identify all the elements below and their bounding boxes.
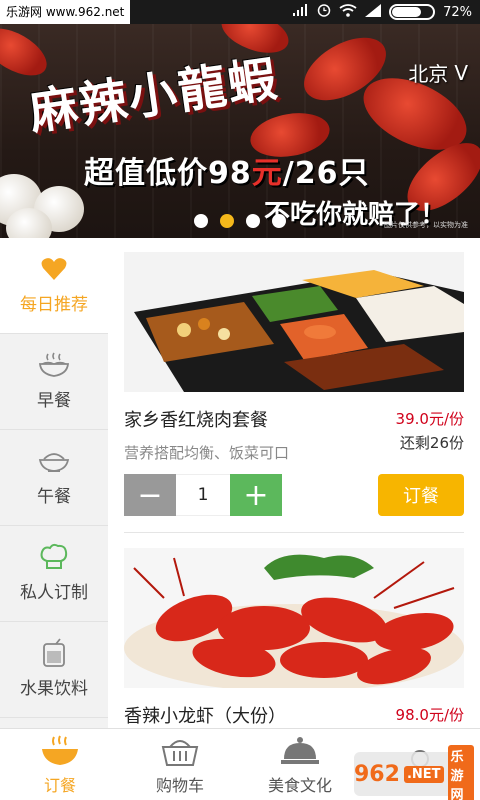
category-private-custom[interactable]: 私人订制 bbox=[0, 526, 108, 622]
battery-icon bbox=[389, 4, 436, 20]
chef-hat-icon bbox=[37, 543, 71, 570]
site-label: 乐游网 www.962.net bbox=[0, 0, 131, 24]
watermark-logo: 962 .NET 乐游网 bbox=[354, 744, 474, 800]
product-price: 98.0元/份 bbox=[395, 706, 464, 724]
category-fruit-drinks[interactable]: 水果饮料 bbox=[0, 622, 108, 718]
battery-text: 72% bbox=[443, 4, 472, 20]
carousel-dot[interactable] bbox=[272, 214, 286, 228]
category-daily-recommend[interactable]: 每日推荐 bbox=[0, 238, 108, 334]
promo-banner[interactable]: 麻辣小龍蝦 超值低价98元/26只 不吃你就赔了！ 图片仅供参考，以实物为准 北… bbox=[0, 24, 480, 238]
basket-icon bbox=[160, 734, 200, 768]
product-description: 营养搭配均衡、饭菜可口 bbox=[124, 444, 290, 462]
bowl-icon bbox=[40, 734, 80, 768]
status-bar: 乐游网 www.962.net 72% bbox=[0, 0, 480, 24]
category-breakfast[interactable]: 早餐 bbox=[0, 334, 108, 430]
product-card: 香辣小龙虾（大份） 98.0元/份 bbox=[124, 548, 464, 728]
tab-cart[interactable]: 购物车 bbox=[120, 729, 240, 800]
cloche-icon bbox=[280, 734, 320, 768]
carousel-indicator bbox=[194, 214, 286, 228]
category-sidebar: 每日推荐 早餐 午餐 私人订制 水果饮料 bbox=[0, 238, 108, 728]
quantity-stepper: − 1 + bbox=[124, 474, 282, 516]
rice-bowl-icon bbox=[37, 448, 71, 474]
product-price: 39.0元/份 bbox=[395, 410, 464, 428]
product-card: 家乡香红烧肉套餐 39.0元/份 还剩26份 营养搭配均衡、饭菜可口 − 1 +… bbox=[124, 252, 464, 542]
alarm-icon bbox=[317, 3, 331, 21]
product-list: 家乡香红烧肉套餐 39.0元/份 还剩26份 营养搭配均衡、饭菜可口 − 1 +… bbox=[108, 238, 480, 728]
product-stock: 还剩26份 bbox=[399, 434, 464, 452]
cell-signal-icon bbox=[365, 3, 382, 21]
carousel-dot-active[interactable] bbox=[220, 214, 234, 228]
decrease-quantity-button[interactable]: − bbox=[124, 474, 176, 516]
tab-order[interactable]: 订餐 bbox=[0, 729, 120, 800]
increase-quantity-button[interactable]: + bbox=[230, 474, 282, 516]
city-label: 北京 bbox=[408, 62, 449, 86]
juice-cup-icon bbox=[37, 638, 71, 667]
city-selector[interactable]: 北京 V bbox=[408, 58, 468, 87]
order-button[interactable]: 订餐 bbox=[378, 474, 464, 516]
product-name: 家乡香红烧肉套餐 bbox=[124, 410, 268, 431]
heart-icon bbox=[37, 256, 71, 282]
bento-box-image[interactable] bbox=[124, 252, 464, 392]
wifi-icon bbox=[339, 3, 357, 21]
banner-price: 超值低价98元/26只 bbox=[84, 156, 370, 191]
quantity-value[interactable]: 1 bbox=[176, 474, 230, 516]
divider bbox=[124, 532, 464, 533]
tab-food-culture[interactable]: 美食文化 bbox=[240, 729, 360, 800]
signal-icon bbox=[293, 4, 309, 20]
battery-fill bbox=[392, 7, 421, 17]
banner-note: 图片仅供参考，以实物为准 bbox=[384, 221, 468, 229]
carousel-dot[interactable] bbox=[246, 214, 260, 228]
product-name: 香辣小龙虾（大份） bbox=[124, 706, 286, 727]
carousel-dot[interactable] bbox=[194, 214, 208, 228]
category-lunch[interactable]: 午餐 bbox=[0, 430, 108, 526]
crayfish-plate-image[interactable] bbox=[124, 548, 464, 688]
noodle-bowl-icon bbox=[37, 352, 71, 378]
chevron-down-icon: V bbox=[454, 60, 468, 85]
